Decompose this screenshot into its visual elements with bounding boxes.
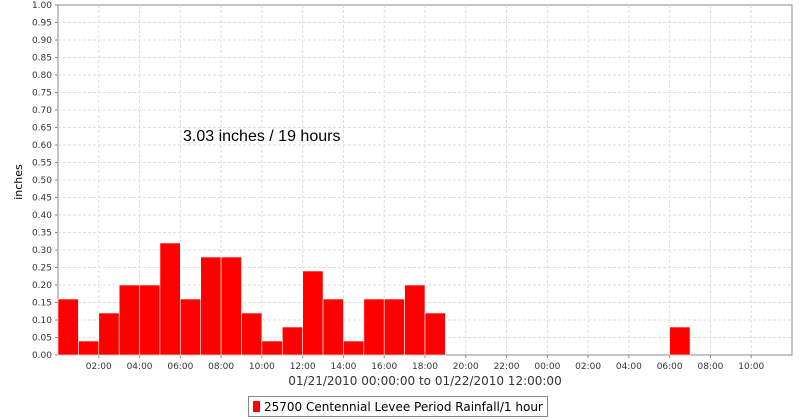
rain-bar xyxy=(57,298,79,356)
total-annotation: 3.03 inches / 19 hours xyxy=(183,128,340,145)
x-tick-label: 14:00 xyxy=(330,362,356,372)
y-tick-label: 0.70 xyxy=(32,106,52,116)
x-tick-label: 22:00 xyxy=(494,362,520,372)
x-tick-labels: 02:00 04:00 06:00 08:00 10:00 12:00 14:00 16:00… xyxy=(86,362,765,372)
x-tick-label: 04:00 xyxy=(616,362,642,372)
x-tick-label: 06:00 xyxy=(167,362,193,372)
x-tick-label: 12:00 xyxy=(290,362,316,372)
legend: 25700 Centennial Levee Period Rainfall/1… xyxy=(248,396,548,417)
x-tick-label: 16:00 xyxy=(371,362,397,372)
rain-bar xyxy=(159,242,181,356)
rain-bar xyxy=(404,284,426,356)
y-tick-label: 0.10 xyxy=(32,316,52,326)
y-tick-label: 0.30 xyxy=(32,246,52,256)
x-tick-label: 10:00 xyxy=(249,362,275,372)
rain-bar xyxy=(424,312,446,356)
legend-swatch xyxy=(253,401,260,412)
rain-bar xyxy=(343,340,365,356)
rain-bar xyxy=(118,284,140,356)
y-tick-label: 0.55 xyxy=(32,159,52,169)
legend-label: 25700 Centennial Levee Period Rainfall/1… xyxy=(264,399,543,414)
x-axis-range-label: 01/21/2010 00:00:00 to 01/22/2010 12:00:… xyxy=(288,374,561,388)
y-tick-label: 0.90 xyxy=(32,36,52,46)
y-tick-label: 0.60 xyxy=(32,141,52,151)
y-tick-label: 0.50 xyxy=(32,176,52,186)
x-tick-label: 08:00 xyxy=(697,362,723,372)
x-tick-label: 20:00 xyxy=(453,362,479,372)
rain-bar xyxy=(669,326,691,356)
rain-bar xyxy=(261,340,283,356)
y-tick-label: 0.75 xyxy=(32,89,52,99)
x-tick-label: 02:00 xyxy=(575,362,601,372)
y-tick-label: 0.95 xyxy=(32,19,52,29)
y-tick-label: 0.80 xyxy=(32,71,52,81)
y-tick-label: 0.35 xyxy=(32,229,52,239)
y-tick-label: 0.25 xyxy=(32,264,52,274)
rain-bar xyxy=(322,298,344,356)
y-tick-label: 0.00 xyxy=(32,351,52,361)
rain-bar xyxy=(281,326,303,356)
rain-bar xyxy=(200,256,222,356)
rainfall-chart: 0.00 0.05 0.10 0.15 0.20 0.25 0.30 0.35 0.40 0.45… xyxy=(12,1,793,388)
x-tick-label: 04:00 xyxy=(127,362,153,372)
rain-bar xyxy=(302,270,324,356)
y-tick-label: 0.15 xyxy=(32,299,52,309)
rain-bar xyxy=(383,298,405,356)
rain-bar xyxy=(78,340,100,356)
y-tick-label: 0.40 xyxy=(32,211,52,221)
y-tick-label: 0.05 xyxy=(32,334,52,344)
y-axis-title: inches xyxy=(12,164,25,200)
rain-bar xyxy=(139,284,161,356)
y-tick-label: 0.85 xyxy=(32,54,52,64)
x-tick-label: 10:00 xyxy=(738,362,764,372)
rain-bar xyxy=(220,256,242,356)
y-tick-label: 1.00 xyxy=(32,1,52,11)
x-tick-label: 08:00 xyxy=(208,362,234,372)
y-tick-label: 0.20 xyxy=(32,281,52,291)
x-tick-label: 00:00 xyxy=(534,362,560,372)
x-tick-label: 02:00 xyxy=(86,362,112,372)
x-tick-label: 06:00 xyxy=(657,362,683,372)
y-tick-label: 0.65 xyxy=(32,124,52,134)
y-tick-label: 0.45 xyxy=(32,194,52,204)
rain-bar xyxy=(363,298,385,356)
rain-bar xyxy=(241,312,263,356)
y-tick-labels: 0.00 0.05 0.10 0.15 0.20 0.25 0.30 0.35 0.40 0.45… xyxy=(32,1,52,361)
rain-bar xyxy=(180,298,202,356)
x-tick-label: 18:00 xyxy=(412,362,438,372)
rain-bar xyxy=(98,312,120,356)
